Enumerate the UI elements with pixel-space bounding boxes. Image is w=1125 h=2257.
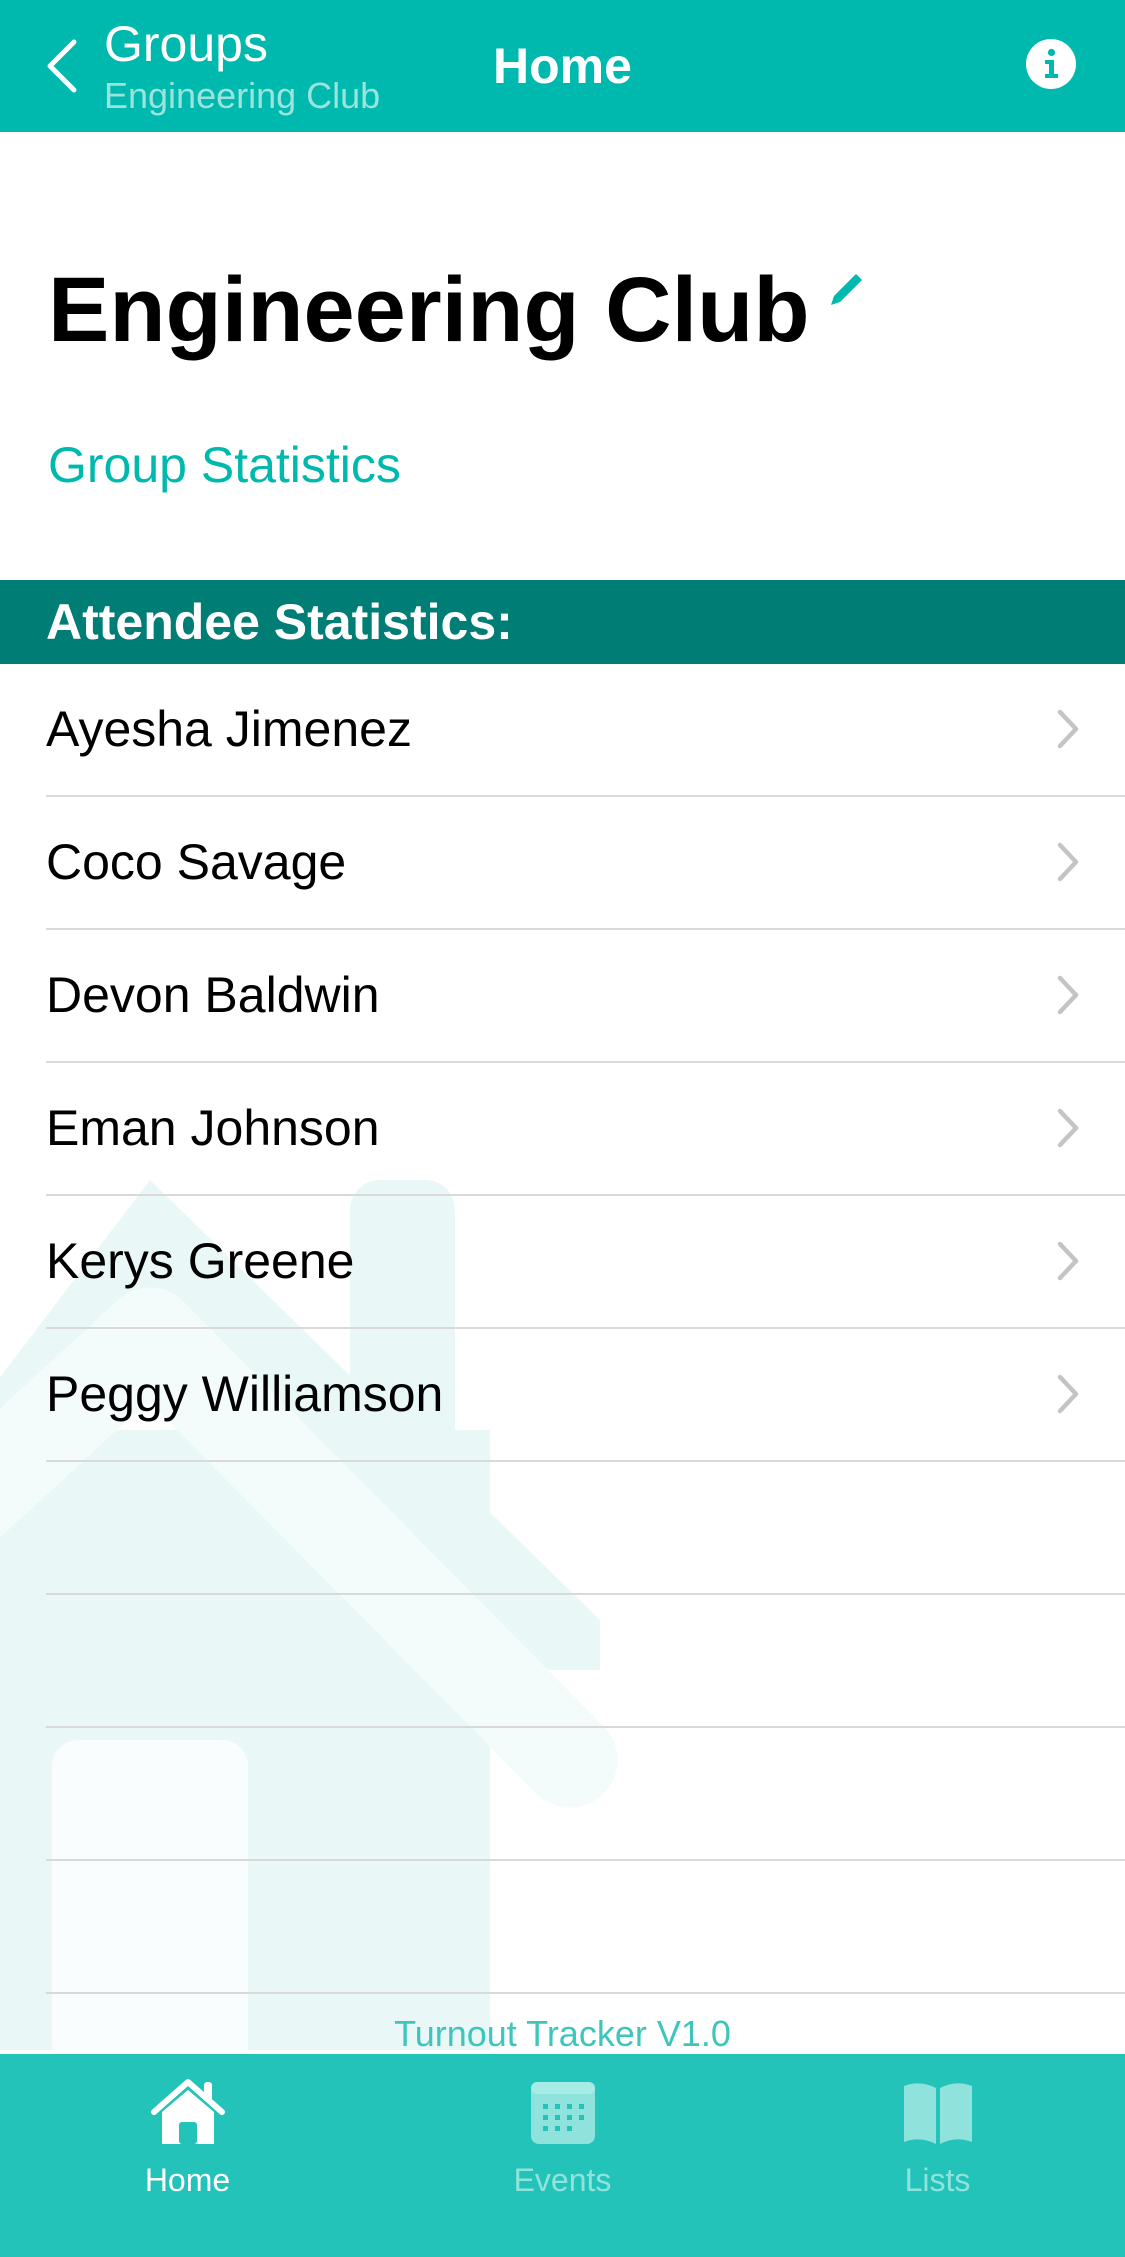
- empty-row: [0, 1462, 1125, 1595]
- empty-row: [0, 1595, 1125, 1728]
- house-icon: [151, 2079, 225, 2144]
- chevron-right-icon: [1057, 975, 1079, 1015]
- attendee-name: Ayesha Jimenez: [46, 701, 412, 757]
- version-label: Turnout Tracker V1.0: [394, 2013, 731, 2054]
- attendee-name: Peggy Williamson: [46, 1366, 444, 1422]
- tab-label: Events: [513, 2162, 612, 2198]
- attendee-name: Devon Baldwin: [46, 967, 380, 1023]
- attendee-statistics-header: Attendee Statistics:: [0, 580, 1125, 664]
- page-title: Home: [493, 38, 632, 94]
- list-item[interactable]: Ayesha Jimenez: [0, 664, 1125, 797]
- group-name: Engineering Club: [48, 259, 810, 361]
- chevron-right-icon: [1057, 709, 1079, 749]
- tab-label: Lists: [904, 2162, 971, 2198]
- chevron-right-icon: [1057, 1108, 1079, 1148]
- list-item[interactable]: Peggy Williamson: [0, 1329, 1125, 1462]
- tab-events[interactable]: Events: [375, 2054, 750, 2257]
- pencil-icon[interactable]: [826, 270, 866, 310]
- row-divider: [46, 1992, 1125, 1994]
- list-item[interactable]: Coco Savage: [0, 797, 1125, 930]
- navigation-bar: Groups Engineering Club Home: [0, 0, 1125, 132]
- group-statistics-link[interactable]: Group Statistics: [48, 435, 401, 495]
- list-item[interactable]: Kerys Greene: [0, 1196, 1125, 1329]
- attendee-name: Coco Savage: [46, 834, 347, 890]
- section-header-label: Attendee Statistics:: [46, 594, 513, 650]
- chevron-right-icon: [1057, 842, 1079, 882]
- info-icon[interactable]: [1025, 38, 1077, 90]
- attendee-list: Ayesha Jimenez Coco Savage Devon Baldwin…: [0, 664, 1125, 1994]
- tab-label: Home: [144, 2162, 231, 2198]
- attendee-name: Kerys Greene: [46, 1233, 355, 1289]
- empty-row: [0, 1728, 1125, 1861]
- tab-lists[interactable]: Lists: [750, 2054, 1125, 2257]
- tab-home[interactable]: Home: [0, 2054, 375, 2257]
- chevron-right-icon: [1057, 1241, 1079, 1281]
- attendee-name: Eman Johnson: [46, 1100, 380, 1156]
- list-item[interactable]: Devon Baldwin: [0, 930, 1125, 1063]
- book-icon: [904, 2083, 972, 2144]
- empty-row: [0, 1861, 1125, 1994]
- chevron-right-icon: [1057, 1374, 1079, 1414]
- list-item[interactable]: Eman Johnson: [0, 1063, 1125, 1196]
- calendar-icon: [531, 2082, 595, 2144]
- tab-bar: Home Events Lists: [0, 2054, 1125, 2257]
